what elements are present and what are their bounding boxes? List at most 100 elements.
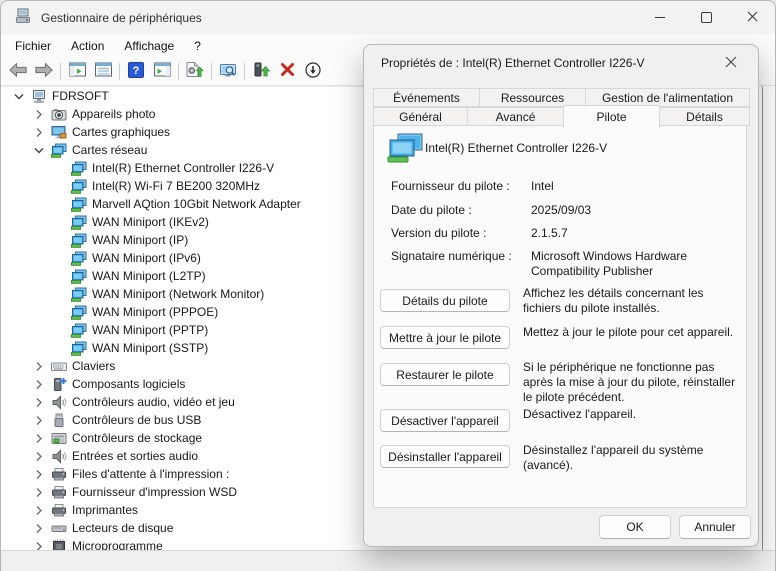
network-icon <box>69 160 89 176</box>
tree-item-label: WAN Miniport (IP) <box>92 233 188 247</box>
tab-pilote[interactable]: Pilote <box>563 105 660 128</box>
tree-item-label: Fournisseur d'impression WSD <box>72 485 237 499</box>
disable-device-button[interactable]: Désactiver l'appareil <box>380 409 510 432</box>
printer-icon <box>49 502 69 518</box>
tab-evenements[interactable]: Événements <box>373 88 480 107</box>
chevron-right-icon[interactable] <box>29 466 49 482</box>
menu-action[interactable]: Action <box>61 36 114 56</box>
disable-device-icon <box>305 62 321 81</box>
driver-date-label: Date du pilote : <box>391 203 472 217</box>
chevron-spacer <box>49 250 69 266</box>
update-driver-software-icon <box>186 62 204 80</box>
tab-details[interactable]: Détails <box>659 107 750 126</box>
svg-text:?: ? <box>133 65 140 77</box>
chevron-right-icon[interactable] <box>29 394 49 410</box>
tree-item-label: Contrôleurs de stockage <box>72 431 202 445</box>
tree-item-label: Files d'attente à l'impression : <box>72 467 229 481</box>
update-driver-button[interactable]: Mettre à jour le pilote <box>380 326 510 349</box>
uninstall-device-description: Désinstallez l'appareil du système (avan… <box>523 443 743 473</box>
toolbar-separator <box>178 63 179 80</box>
chevron-right-icon[interactable] <box>29 430 49 446</box>
help-icon: ? <box>128 62 144 81</box>
network-icon <box>69 214 89 230</box>
maximize-icon <box>701 12 712 23</box>
network-icon <box>69 232 89 248</box>
network-icon <box>69 322 89 338</box>
close-icon <box>725 56 737 71</box>
tab-avance[interactable]: Avancé <box>467 107 564 126</box>
chevron-spacer <box>49 340 69 356</box>
dialog-close-button[interactable] <box>712 50 750 76</box>
menu-fichier[interactable]: Fichier <box>5 36 61 56</box>
network-icon <box>69 178 89 194</box>
window-bottom-area <box>1 550 775 571</box>
tree-item-label: Contrôleurs audio, vidéo et jeu <box>72 395 235 409</box>
tab-row-2: Général Avancé Pilote Détails <box>373 107 749 126</box>
chevron-right-icon[interactable] <box>29 376 49 392</box>
chevron-right-icon[interactable] <box>29 412 49 428</box>
chevron-spacer <box>49 214 69 230</box>
console-tree-button[interactable] <box>64 59 90 83</box>
ok-button[interactable]: OK <box>599 515 671 539</box>
driver-details-button[interactable]: Détails du pilote <box>380 289 510 312</box>
computer-icon <box>29 88 49 104</box>
chevron-right-icon[interactable] <box>29 358 49 374</box>
cancel-button[interactable]: Annuler <box>679 515 751 539</box>
chevron-right-icon[interactable] <box>29 484 49 500</box>
audio-icon <box>49 448 69 464</box>
driver-version-label: Version du pilote : <box>391 226 486 240</box>
maximize-button[interactable] <box>683 1 729 34</box>
menu-help[interactable]: ? <box>184 36 211 56</box>
uninstall-device-button[interactable]: Désinstaller l'appareil <box>380 445 510 468</box>
update-driver-software-button[interactable] <box>182 59 208 83</box>
chevron-right-icon[interactable] <box>29 520 49 536</box>
tree-item-label: WAN Miniport (PPPOE) <box>92 305 218 319</box>
forward-button[interactable] <box>31 59 57 83</box>
device-manager-window: Gestionnaire de périphériques Fichier Ac… <box>0 0 776 571</box>
roll-back-driver-button[interactable]: Restaurer le pilote <box>380 363 510 386</box>
minimize-icon <box>655 17 665 18</box>
window-controls <box>637 1 775 34</box>
tree-item-label: Entrées et sorties audio <box>72 449 198 463</box>
chevron-right-icon[interactable] <box>29 124 49 140</box>
audio-icon <box>49 394 69 410</box>
usb-icon <box>49 412 69 428</box>
back-button[interactable] <box>5 59 31 83</box>
toolbar-separator <box>119 63 120 80</box>
tree-item-label: WAN Miniport (SSTP) <box>92 341 208 355</box>
tree-item-label: Intel(R) Ethernet Controller I226-V <box>92 161 274 175</box>
software-icon <box>49 376 69 392</box>
network-icon <box>69 196 89 212</box>
digital-signer-label: Signataire numérique : <box>391 249 512 263</box>
menu-affichage[interactable]: Affichage <box>114 36 184 56</box>
help-button[interactable]: ? <box>123 59 149 83</box>
chevron-spacer <box>49 304 69 320</box>
action-pane-button[interactable] <box>149 59 175 83</box>
driver-provider-value: Intel <box>531 179 737 194</box>
chevron-right-icon[interactable] <box>29 502 49 518</box>
chevron-down-icon[interactable] <box>29 142 49 158</box>
chevron-down-icon[interactable] <box>9 88 29 104</box>
disable-device-button[interactable] <box>300 59 326 83</box>
forward-icon <box>35 63 53 80</box>
camera-icon <box>49 106 69 122</box>
minimize-button[interactable] <box>637 1 683 34</box>
network-icon <box>69 286 89 302</box>
tree-item-label: Imprimantes <box>72 503 138 517</box>
chevron-right-icon[interactable] <box>29 106 49 122</box>
chevron-right-icon[interactable] <box>29 448 49 464</box>
tab-row-1: Événements Ressources Gestion de l'alime… <box>373 88 749 107</box>
tree-item-label: WAN Miniport (L2TP) <box>92 269 206 283</box>
update-driver-button[interactable] <box>248 59 274 83</box>
device-manager-app-icon <box>15 8 31 27</box>
scan-hardware-button[interactable] <box>215 59 241 83</box>
tree-item-label: FDRSOFT <box>52 89 109 103</box>
uninstall-device-button[interactable] <box>274 59 300 83</box>
close-button[interactable] <box>729 1 775 34</box>
action-pane-icon <box>154 62 171 80</box>
driver-version-value: 2.1.5.7 <box>531 226 737 241</box>
properties-button[interactable] <box>90 59 116 83</box>
tree-item-label: Appareils photo <box>72 107 155 121</box>
printer-icon <box>49 466 69 482</box>
tab-general[interactable]: Général <box>373 107 468 126</box>
